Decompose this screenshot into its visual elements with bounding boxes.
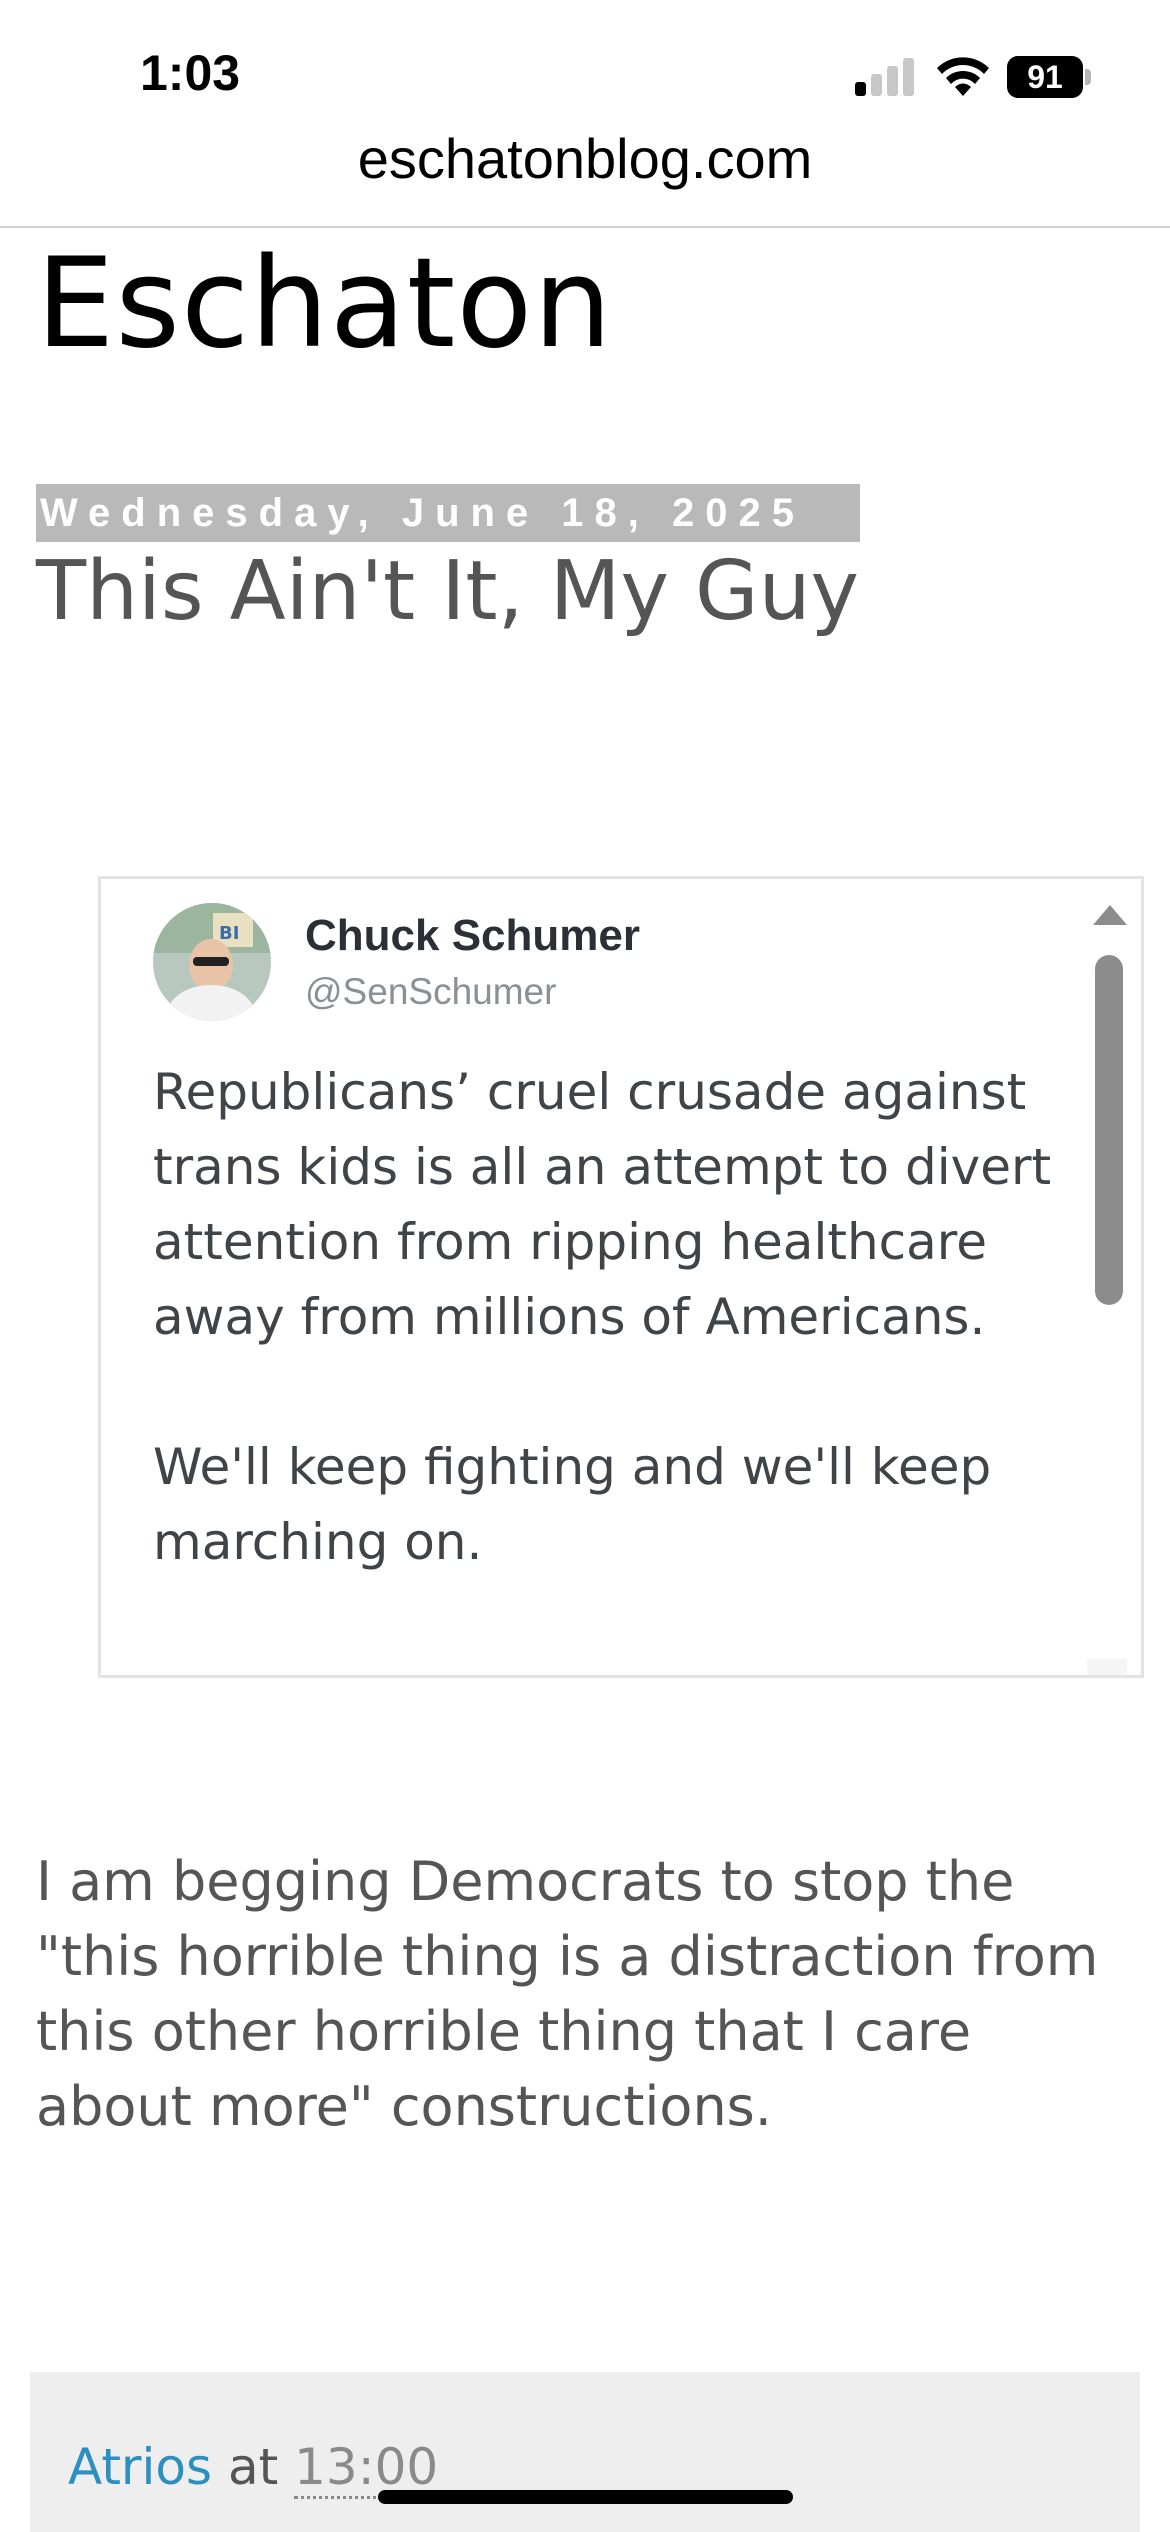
scroll-up-arrow-icon[interactable] <box>1093 905 1127 925</box>
address-bar[interactable]: eschatonblog.com <box>0 126 1170 191</box>
status-bar: 1:03 91 <box>0 0 1170 140</box>
wifi-icon <box>937 57 989 96</box>
tweet-author-handle: @SenSchumer <box>305 971 557 1012</box>
blog-title[interactable]: Eschaton <box>36 232 613 376</box>
post-byline: Atrios at 13:00 <box>68 2438 439 2499</box>
post-body: I am begging Democrats to stop the "this… <box>36 1850 1099 2138</box>
signal-icon <box>855 58 915 96</box>
post-title[interactable]: This Ain't It, My Guy <box>36 544 859 639</box>
scrollbar-track-end <box>1087 1659 1127 1675</box>
scrollbar[interactable] <box>1087 879 1127 1675</box>
avatar: BI <box>153 903 271 1021</box>
battery-level: 91 <box>1007 56 1083 98</box>
divider <box>0 226 1170 228</box>
byline-at: at <box>227 2438 279 2496</box>
post-date: Wednesday, June 18, 2025 <box>36 484 860 542</box>
status-time: 1:03 <box>140 45 241 101</box>
battery-icon: 91 <box>1007 56 1091 98</box>
post-footer: Atrios at 13:00 <box>30 2372 1140 2532</box>
scrollbar-thumb[interactable] <box>1095 955 1123 1305</box>
author-link[interactable]: Atrios <box>68 2438 212 2496</box>
tweet-embed[interactable]: BI Chuck Schumer @SenSchumer Republicans… <box>98 876 1144 1678</box>
tweet-text: Republicans’ cruel crusade against trans… <box>153 1063 1052 1571</box>
home-indicator[interactable] <box>378 2490 793 2504</box>
svg-text:BI: BI <box>219 923 239 944</box>
tweet-author-name: Chuck Schumer <box>305 911 640 960</box>
